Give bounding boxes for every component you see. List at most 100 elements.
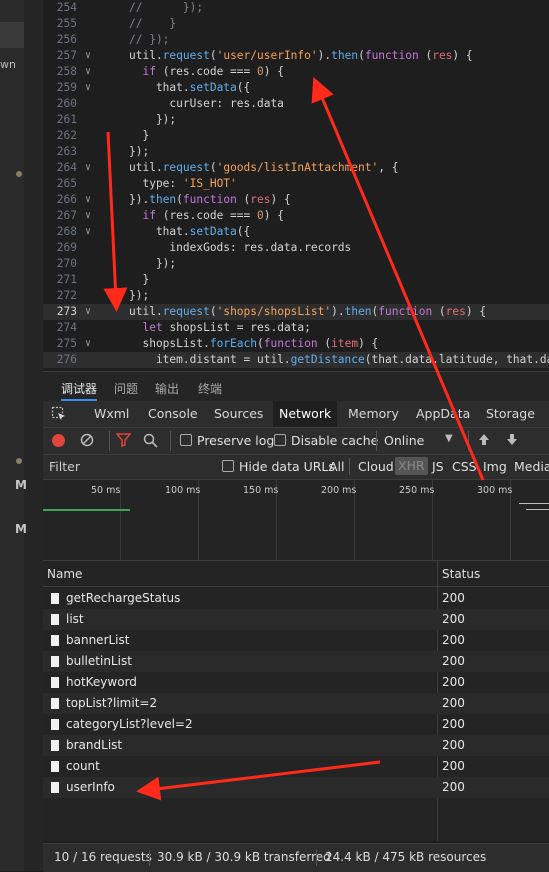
table-row[interactable]: list 200	[43, 609, 549, 630]
search-icon[interactable]	[143, 433, 158, 451]
fold-chevron-icon[interactable]: ∨	[85, 208, 95, 224]
throttle-select[interactable]: Online	[384, 433, 424, 448]
code-line[interactable]: 262 }	[43, 128, 549, 144]
hide-data-urls-checkbox[interactable]: Hide data URLs	[222, 459, 335, 474]
code-line[interactable]: 258 ∨ if (res.code === 0) {	[43, 64, 549, 80]
code-token: forEach	[209, 337, 257, 350]
fold-chevron-icon[interactable]: ∨	[85, 64, 95, 80]
code-line[interactable]: 274 let shopsList = res.data;	[43, 320, 549, 336]
tab-wxml[interactable]: Wxml	[94, 406, 129, 421]
tab-sources[interactable]: Sources	[214, 406, 263, 421]
code-line[interactable]: 260 curUser: res.data	[43, 96, 549, 112]
code-text: // });	[129, 32, 169, 48]
code-line[interactable]: 264 ∨ util.request('goods/listInAttachment…	[43, 160, 549, 176]
chevron-down-icon[interactable]: ▼	[445, 433, 453, 444]
column-header-name[interactable]: Name	[43, 561, 437, 587]
preserve-log-checkbox[interactable]: Preserve log	[180, 433, 274, 448]
tab-storage[interactable]: Storage	[486, 406, 535, 421]
table-row[interactable]: bulletinList 200	[43, 651, 549, 672]
table-row[interactable]: brandList 200	[43, 735, 549, 756]
request-status: 200	[442, 738, 465, 752]
table-row[interactable]: topList?limit=2 200	[43, 693, 549, 714]
clear-icon[interactable]	[80, 433, 94, 450]
fold-chevron-icon[interactable]: ∨	[85, 304, 95, 320]
code-text: if (res.code === 0) {	[129, 208, 284, 224]
line-number: 254	[56, 1, 77, 14]
table-row[interactable]: hotKeyword 200	[43, 672, 549, 693]
selected-activity-item[interactable]	[0, 22, 24, 48]
code-line[interactable]: 270 });	[43, 256, 549, 272]
code-line[interactable]: 261 });	[43, 112, 549, 128]
code-text: // }	[129, 16, 176, 32]
fold-chevron-icon[interactable]: ∨	[85, 336, 95, 352]
tab-debugger[interactable]: 调试器	[61, 380, 98, 401]
fold-chevron-icon[interactable]: ∨	[85, 48, 95, 64]
import-har-icon[interactable]	[477, 433, 491, 450]
code-line[interactable]: 271 }	[43, 272, 549, 288]
table-row[interactable]: categoryList?level=2 200	[43, 714, 549, 735]
fold-chevron-icon[interactable]: ∨	[85, 80, 95, 96]
tab-problems[interactable]: 问题	[114, 380, 138, 397]
code-token: // });	[129, 33, 170, 46]
code-editor[interactable]: 254// }); 255// } 256// }); 257 ∨ util.reques…	[43, 0, 549, 370]
filter-type-img[interactable]: Img	[483, 459, 507, 474]
line-number: 261	[56, 113, 77, 126]
filter-type-css[interactable]: CSS	[452, 459, 477, 474]
code-token: 0	[257, 209, 264, 222]
tab-terminal[interactable]: 终端	[198, 380, 222, 397]
code-line[interactable]: 267 ∨ if (res.code === 0) {	[43, 208, 549, 224]
tab-console[interactable]: Console	[148, 406, 198, 421]
code-line[interactable]: 257 ∨ util.request('user/userInfo').then(f…	[43, 48, 549, 64]
code-token: (	[432, 305, 446, 318]
element-picker-icon[interactable]	[51, 406, 67, 425]
code-line[interactable]: 272});	[43, 288, 549, 304]
code-line[interactable]: 263});	[43, 144, 549, 160]
timeline-tick-label: 200 ms	[321, 485, 357, 496]
filter-icon[interactable]	[115, 433, 132, 450]
disable-cache-checkbox[interactable]: Disable cache	[274, 433, 378, 448]
filter-type-media[interactable]: Media	[514, 459, 549, 474]
tab-output[interactable]: 输出	[155, 380, 179, 397]
network-timeline[interactable]: 50 ms 100 ms 150 ms 200 ms 250 ms 300 ms	[43, 480, 549, 561]
filter-type-cloud[interactable]: Cloud	[358, 459, 394, 474]
code-line[interactable]: 269 indexGods: res.data.records	[43, 240, 549, 256]
code-line[interactable]: 276 item.distant = util.getDistance(that…	[43, 352, 549, 368]
code-line[interactable]: 273 ∨ util.request('shops/shopsList').then…	[43, 304, 549, 320]
fold-chevron-icon[interactable]: ∨	[85, 224, 95, 240]
activity-bar	[0, 0, 24, 871]
code-line[interactable]: 255 // }	[43, 16, 549, 32]
code-line[interactable]: 265 type: 'IS_HOT'	[43, 176, 549, 192]
column-header-status[interactable]: Status	[438, 561, 549, 587]
table-row[interactable]: bannerList 200	[43, 630, 549, 651]
table-row[interactable]: getRechargeStatus 200	[43, 588, 549, 609]
table-row[interactable]: count 200	[43, 756, 549, 777]
filter-type-js[interactable]: JS	[432, 459, 444, 474]
fold-chevron-icon[interactable]: ∨	[85, 192, 95, 208]
request-status: 200	[442, 675, 465, 689]
code-line[interactable]: 275 ∨ shopsList.forEach(function (item) {	[43, 336, 549, 352]
code-token: (	[358, 49, 365, 62]
record-icon[interactable]	[52, 434, 65, 447]
tab-network[interactable]: Network	[273, 401, 338, 427]
fold-chevron-icon[interactable]: ∨	[85, 160, 95, 176]
filter-type-xhr[interactable]: XHR	[395, 457, 428, 475]
line-number: 259	[56, 81, 77, 94]
requests-table: Name Status getRechargeStatus 200 list 200 b…	[43, 561, 549, 841]
table-row[interactable]: userInfo 200	[43, 777, 549, 798]
code-token: getDistance	[290, 353, 365, 366]
code-line[interactable]: 266 ∨}).then(function (res) {	[43, 192, 549, 208]
code-line[interactable]: 256 // });	[43, 32, 549, 48]
request-name: bannerList	[66, 633, 130, 647]
resources-size: 24.4 kB / 475 kB resources	[325, 850, 487, 864]
tab-appdata[interactable]: AppData	[416, 406, 470, 421]
filter-type-all[interactable]: All	[329, 459, 345, 474]
code-token: util.	[129, 161, 163, 174]
code-line[interactable]: 254 // });	[43, 0, 549, 16]
code-line[interactable]: 259 ∨ that.setData({	[43, 80, 549, 96]
tab-memory[interactable]: Memory	[348, 406, 399, 421]
export-har-icon[interactable]	[505, 433, 519, 450]
code-token: // }	[129, 17, 177, 30]
filter-input[interactable]: Filter	[49, 459, 209, 474]
timeline-tick-label: 250 ms	[399, 485, 435, 496]
code-line[interactable]: 268 ∨ that.setData({	[43, 224, 549, 240]
